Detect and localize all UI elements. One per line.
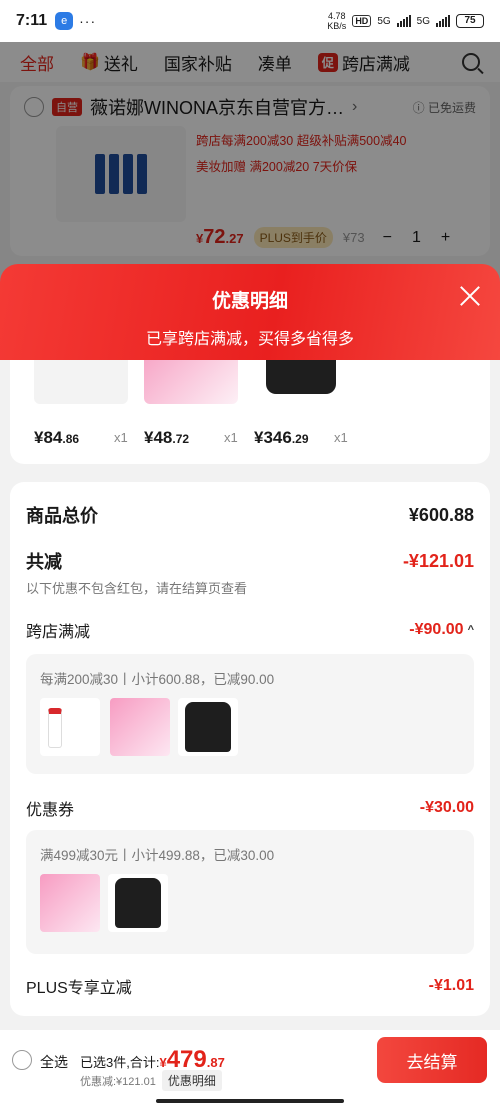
items-card: ¥84.86 x1 ¥48.72 x1 ¥346.29 x1 <box>10 360 490 464</box>
coupon-row: 优惠券 -¥30.00 <box>26 796 474 820</box>
product-thumbnail <box>108 874 168 932</box>
item-thumbnail <box>254 360 348 404</box>
total-label: 商品总价 <box>26 506 98 526</box>
cross-store-value: -¥90.00 ^ <box>409 621 474 638</box>
cut-value: -¥121.01 <box>402 550 474 571</box>
signal-icon <box>396 15 411 27</box>
plus-row: PLUS专享立减 -¥1.01 <box>26 974 474 998</box>
discount-detail-button[interactable]: 优惠明细 <box>161 1070 222 1091</box>
cut-row: 共减 -¥121.01 <box>26 548 474 574</box>
coupon-detail: 满499减30元丨小计499.88，已减30.00 <box>40 848 275 863</box>
more-notifications-icon: ··· <box>79 13 97 29</box>
item-price: ¥84.86 <box>34 428 80 447</box>
network-speed: 4.78 KB/s <box>327 11 347 31</box>
cross-store-row[interactable]: 跨店满减 -¥90.00 ^ <box>26 618 474 642</box>
status-time: 7:11 <box>16 12 48 29</box>
chevron-up-icon[interactable]: ^ <box>468 624 474 636</box>
select-all-label[interactable]: 全选 <box>40 1052 68 1072</box>
cut-note: 以下优惠不包含红包，请在结算页查看 <box>26 581 248 596</box>
discount-summary: 优惠减:¥121.01 优惠明细 <box>80 1070 222 1091</box>
item-thumbnail <box>144 360 238 404</box>
product-thumbnail <box>40 874 100 932</box>
total-row: 商品总价 ¥600.88 <box>26 502 474 528</box>
item-quantity: x1 <box>224 430 238 445</box>
checkout-button[interactable]: 去结算 <box>377 1037 487 1083</box>
cut-label: 共减 <box>26 552 62 572</box>
item-price: ¥346.29 <box>254 428 309 447</box>
plus-label: PLUS专享立减 <box>26 980 132 997</box>
sheet-title: 优惠明细 <box>211 291 288 312</box>
product-thumbnail <box>110 698 170 756</box>
coupon-value: -¥30.00 <box>419 799 474 816</box>
item-thumbnail <box>34 360 128 404</box>
item-quantity: x1 <box>114 430 128 445</box>
status-bar: 7:11 e ··· 4.78 KB/s HD 5G 5G 75 <box>0 0 500 42</box>
battery-icon: 75 <box>456 14 484 28</box>
sheet-subtitle: 已享跨店满减，买得多省得多 <box>145 331 354 348</box>
network-5g-label-2: 5G <box>416 15 430 27</box>
coupon-box: 满499减30元丨小计499.88，已减30.00 <box>26 830 474 954</box>
product-thumbnail <box>40 698 100 756</box>
cross-store-detail: 每满200减30丨小计600.88，已减90.00 <box>40 672 275 687</box>
coupon-label: 优惠券 <box>26 802 75 819</box>
discount-detail-card: 商品总价 ¥600.88 共减 -¥121.01 以下优惠不包含红包，请在结算页… <box>10 482 490 1016</box>
product-thumbnail <box>178 698 238 756</box>
signal-icon-2 <box>436 15 450 27</box>
home-indicator[interactable] <box>156 1099 344 1103</box>
discount-sheet-body: ¥84.86 x1 ¥48.72 x1 ¥346.29 x1 商品总价 ¥600… <box>0 360 500 1030</box>
checkout-bar: 全选 已选3件,合计: ¥ 479 .87 优惠减:¥121.01 优惠明细 去… <box>0 1030 500 1111</box>
hd-icon: HD <box>352 15 372 27</box>
close-icon[interactable] <box>458 284 482 308</box>
status-indicators: 4.78 KB/s HD 5G 5G 75 <box>327 11 484 31</box>
sum-decimal: .87 <box>206 1055 225 1070</box>
cross-store-label: 跨店满减 <box>26 624 91 641</box>
discount-sheet-header: 优惠明细 已享跨店满减，买得多省得多 <box>0 264 500 360</box>
plus-value: -¥1.01 <box>428 977 474 994</box>
select-all-radio[interactable] <box>12 1050 32 1070</box>
app-notification-icon: e <box>55 12 74 30</box>
item-quantity: x1 <box>334 430 348 445</box>
cross-store-box: 每满200减30丨小计600.88，已减90.00 <box>26 654 474 774</box>
item-price: ¥48.72 <box>144 428 190 447</box>
total-value: ¥600.88 <box>408 504 474 525</box>
network-5g-label: 5G <box>377 15 391 27</box>
